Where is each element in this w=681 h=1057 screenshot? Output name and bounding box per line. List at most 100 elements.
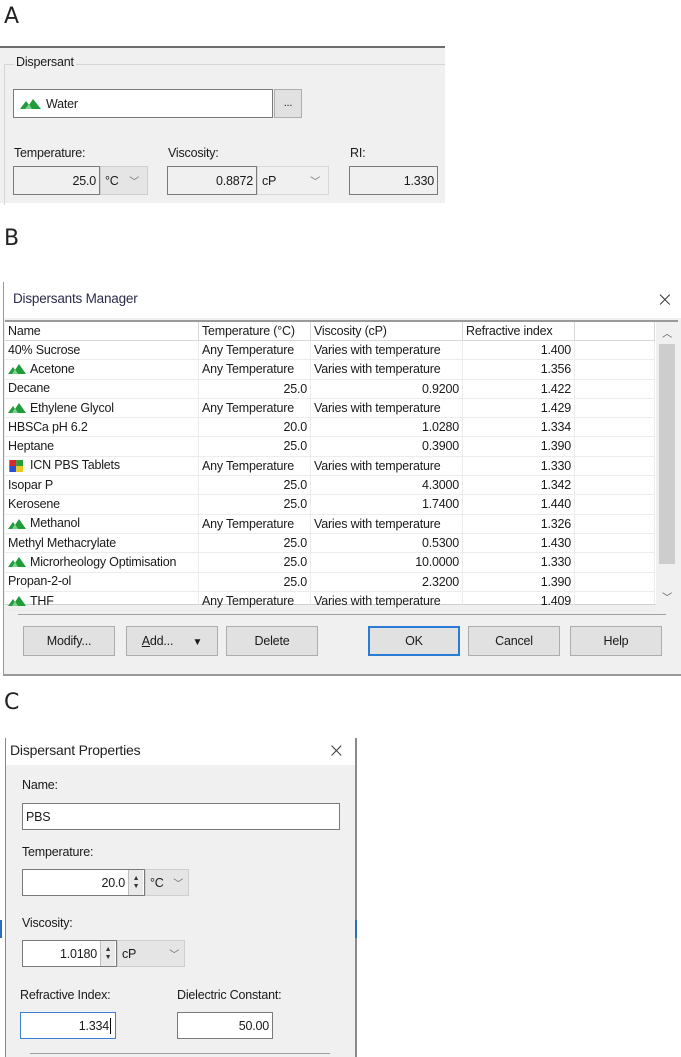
cell-blank bbox=[575, 572, 655, 592]
column-header-blank bbox=[575, 322, 655, 341]
background-window-accent bbox=[355, 920, 357, 938]
dielectric-constant-value: 50.00 bbox=[238, 1018, 269, 1033]
table-row[interactable]: Kerosene 25.0 1.7400 1.440 bbox=[5, 495, 655, 515]
viscosity-unit-select[interactable]: cP ﹀ bbox=[117, 940, 185, 967]
cell-name-text: HBSCa pH 6.2 bbox=[8, 419, 88, 434]
column-header-name[interactable]: Name bbox=[5, 322, 199, 341]
spin-down-icon[interactable]: ▼ bbox=[105, 954, 112, 962]
spin-down-icon[interactable]: ▼ bbox=[133, 883, 140, 891]
vertical-scrollbar[interactable]: ︿ ﹀ bbox=[656, 322, 678, 606]
cell-temperature: Any Temperature bbox=[199, 514, 311, 534]
viscosity-value: 0.8872 bbox=[215, 173, 253, 188]
spin-up-icon[interactable]: ▲ bbox=[105, 946, 112, 954]
cell-refractive-index: 1.429 bbox=[463, 398, 575, 419]
browse-dispersant-button[interactable]: ... bbox=[274, 89, 302, 118]
table-row[interactable]: THF Any Temperature Varies with temperatur… bbox=[5, 591, 655, 612]
add-button[interactable]: Add... ▼ bbox=[126, 626, 218, 656]
table-row[interactable]: Microrheology Optimisation 25.0 10.0000 1.3… bbox=[5, 553, 655, 573]
green-mountain-icon bbox=[8, 596, 26, 606]
viscosity-unit-select[interactable]: cP ﹀ bbox=[257, 166, 329, 195]
refractive-index-input[interactable]: 1.334 bbox=[20, 1012, 116, 1039]
scroll-down-icon[interactable]: ﹀ bbox=[656, 589, 678, 604]
table-row[interactable]: Propan-2-ol 25.0 2.3200 1.390 bbox=[5, 572, 655, 592]
cell-refractive-index: 1.409 bbox=[463, 591, 575, 612]
cell-refractive-index: 1.390 bbox=[463, 437, 575, 457]
column-header-temperature[interactable]: Temperature (°C) bbox=[199, 322, 311, 341]
cell-name: Methanol bbox=[5, 514, 199, 534]
table-row[interactable]: ICN PBS Tablets Any Temperature Varies wit… bbox=[5, 456, 655, 477]
cell-blank bbox=[575, 591, 655, 612]
cell-viscosity: Varies with temperature bbox=[311, 360, 463, 380]
ok-button[interactable]: OK bbox=[368, 626, 460, 656]
temperature-field[interactable]: 25.0 bbox=[13, 166, 100, 195]
cell-blank bbox=[575, 553, 655, 573]
dropdown-arrow-icon[interactable]: ▼ bbox=[193, 637, 203, 648]
cell-refractive-index: 1.330 bbox=[463, 456, 575, 477]
cell-name-text: ICN PBS Tablets bbox=[30, 458, 120, 473]
dialog-title: Dispersant Properties bbox=[10, 742, 141, 758]
dialog-titlebar: Dispersants Manager × bbox=[4, 282, 681, 318]
cell-name-text: Isopar P bbox=[8, 477, 53, 492]
dispersants-list[interactable]: Name Temperature (°C) Viscosity (cP) Ref… bbox=[5, 320, 678, 612]
cell-blank bbox=[575, 495, 655, 515]
temperature-spinner[interactable]: ▲ ▼ bbox=[128, 870, 143, 895]
add-button-accesskey: A bbox=[141, 634, 150, 648]
table-row[interactable]: Isopar P 25.0 4.3000 1.342 bbox=[5, 476, 655, 496]
help-button[interactable]: Help bbox=[570, 626, 662, 656]
background-window-accent-left bbox=[0, 920, 2, 938]
table-row[interactable]: 40% Sucrose Any Temperature Varies with te… bbox=[5, 341, 655, 361]
temperature-unit-select[interactable]: °C ﹀ bbox=[145, 869, 189, 896]
chevron-down-icon: ﹀ bbox=[169, 950, 179, 961]
table-row[interactable]: Heptane 25.0 0.3900 1.390 bbox=[5, 437, 655, 457]
cell-viscosity: 2.3200 bbox=[311, 572, 463, 592]
viscosity-spinner[interactable]: ▲ ▼ bbox=[100, 941, 115, 966]
green-mountain-icon bbox=[8, 557, 26, 568]
cell-name: Heptane bbox=[5, 437, 199, 457]
cell-blank bbox=[575, 514, 655, 534]
text-cursor bbox=[110, 1017, 111, 1034]
spin-up-icon[interactable]: ▲ bbox=[133, 875, 140, 883]
dispersant-name-field[interactable]: Water bbox=[13, 89, 273, 118]
cell-name-text: Methanol bbox=[30, 516, 80, 531]
cell-name: Propan-2-ol bbox=[5, 572, 199, 592]
dielectric-constant-label: Dielectric Constant: bbox=[177, 988, 282, 1002]
table-row[interactable]: Acetone Any Temperature Varies with temper… bbox=[5, 360, 655, 380]
cancel-button[interactable]: Cancel bbox=[468, 626, 560, 656]
background-window-edge bbox=[355, 738, 357, 1057]
table-row[interactable]: Decane 25.0 0.9200 1.422 bbox=[5, 379, 655, 399]
dielectric-constant-input[interactable]: 50.00 bbox=[177, 1012, 273, 1039]
cell-viscosity: 0.5300 bbox=[311, 533, 463, 554]
table-row[interactable]: HBSCa pH 6.2 20.0 1.0280 1.334 bbox=[5, 418, 655, 438]
cell-refractive-index: 1.334 bbox=[463, 418, 575, 438]
table-row[interactable]: Ethylene Glycol Any Temperature Varies wit… bbox=[5, 398, 655, 419]
cell-name-text: Heptane bbox=[8, 439, 54, 454]
chevron-down-icon: ﹀ bbox=[310, 177, 320, 188]
cell-refractive-index: 1.400 bbox=[463, 341, 575, 361]
cell-name: 40% Sucrose bbox=[5, 341, 199, 361]
scrollbar-thumb[interactable] bbox=[659, 344, 675, 564]
table-row[interactable]: Methyl Methacrylate 25.0 0.5300 1.430 bbox=[5, 533, 655, 554]
cell-name: THF bbox=[5, 591, 199, 612]
viscosity-field[interactable]: 0.8872 bbox=[167, 166, 257, 195]
cell-refractive-index: 1.356 bbox=[463, 360, 575, 380]
column-header-refractive-index[interactable]: Refractive index bbox=[463, 322, 575, 341]
cell-name: Kerosene bbox=[5, 495, 199, 515]
ri-field[interactable]: 1.330 bbox=[349, 166, 438, 195]
puzzle-icon bbox=[9, 459, 23, 472]
modify-button[interactable]: Modify... bbox=[23, 626, 115, 656]
table-row[interactable]: Methanol Any Temperature Varies with tempe… bbox=[5, 514, 655, 534]
dispersant-properties-dialog: Dispersant Properties × Name: PBS Temper… bbox=[5, 738, 358, 1057]
close-icon[interactable]: × bbox=[328, 738, 345, 762]
cell-name: Acetone bbox=[5, 360, 199, 380]
temperature-input[interactable]: 20.0 bbox=[22, 869, 145, 896]
cell-viscosity: 1.7400 bbox=[311, 495, 463, 515]
chevron-down-icon: ﹀ bbox=[129, 177, 139, 188]
column-header-viscosity[interactable]: Viscosity (cP) bbox=[311, 322, 463, 341]
scroll-up-icon[interactable]: ︿ bbox=[656, 325, 678, 340]
name-input[interactable]: PBS bbox=[22, 803, 340, 830]
delete-button[interactable]: Delete bbox=[226, 626, 318, 656]
close-icon[interactable]: × bbox=[656, 287, 673, 311]
temperature-unit-select[interactable]: °C ﹀ bbox=[100, 166, 148, 195]
panel-label-a: A bbox=[4, 4, 20, 29]
cell-blank bbox=[575, 418, 655, 438]
